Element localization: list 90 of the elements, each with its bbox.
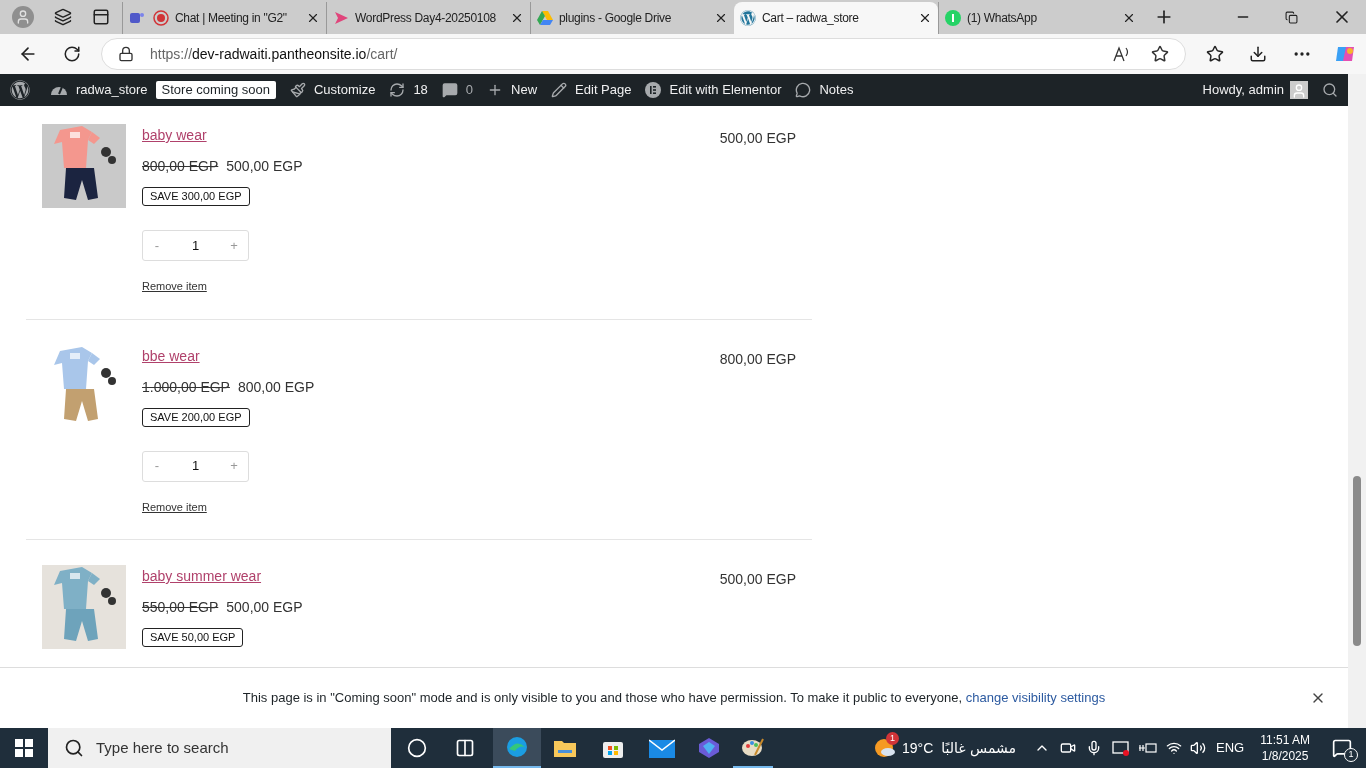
search-icon[interactable]: [1322, 82, 1338, 98]
download-icon[interactable]: [1249, 45, 1267, 63]
quantity-value: 1: [190, 236, 201, 255]
search-placeholder: Type here to search: [96, 737, 229, 758]
wordpress-logo-icon[interactable]: [10, 80, 30, 100]
updates-icon: [389, 82, 406, 98]
regular-price: 1.000,00 EGP: [142, 377, 230, 397]
close-icon[interactable]: [918, 11, 932, 25]
scrollbar[interactable]: [1348, 74, 1366, 728]
savings-tag: SAVE 50,00 EGP: [142, 628, 244, 647]
cortana-icon[interactable]: [407, 738, 427, 758]
comments-count[interactable]: 0: [465, 80, 474, 100]
wordpress-icon: [740, 10, 756, 26]
language-indicator[interactable]: ENG: [1216, 738, 1245, 758]
pencil-icon: [551, 82, 568, 98]
camera-icon[interactable]: [1060, 740, 1076, 756]
savings-tag: SAVE 200,00 EGP: [142, 407, 250, 427]
line-subtotal: 500,00 EGP: [719, 129, 796, 148]
notification-count: 1: [1344, 748, 1358, 762]
product-name-link[interactable]: bbe wear: [142, 346, 200, 365]
edit-page-link[interactable]: Edit Page: [575, 80, 632, 100]
store-status-badge[interactable]: Store coming soon: [155, 81, 276, 99]
temperature: 19°C: [902, 738, 934, 758]
favorite-icon[interactable]: [1151, 45, 1169, 63]
windows-start-icon[interactable]: [15, 739, 33, 757]
battery-icon[interactable]: [1138, 741, 1158, 755]
folder-icon[interactable]: [553, 738, 577, 758]
customize-link[interactable]: Customize: [313, 80, 376, 100]
reload-icon[interactable]: [63, 45, 81, 63]
tab-title: (1) WhatsApp: [967, 10, 1038, 27]
tab-actions-icon[interactable]: [92, 8, 110, 26]
record-icon: [153, 10, 169, 26]
product-name-link[interactable]: baby wear: [142, 126, 207, 144]
task-view-icon[interactable]: [455, 738, 475, 758]
line-subtotal: 500,00 EGP: [719, 570, 796, 589]
regular-price: 550,00 EGP: [142, 598, 219, 617]
notes-link[interactable]: Notes: [819, 80, 854, 100]
weather-description: مشمس غالبًا: [941, 738, 1016, 759]
new-link[interactable]: New: [511, 80, 538, 100]
mail-icon[interactable]: [649, 738, 675, 758]
tab-title: Chat | Meeting in "G2": [175, 10, 288, 27]
volume-icon[interactable]: [1190, 740, 1206, 756]
product-name-link[interactable]: baby summer wear: [142, 567, 262, 585]
wifi-icon[interactable]: [1166, 740, 1182, 756]
remove-item-link[interactable]: Remove item: [142, 498, 207, 515]
notifications-icon[interactable]: [1332, 738, 1352, 758]
quantity-value: 1: [190, 457, 201, 476]
workspaces-icon[interactable]: [54, 8, 72, 26]
close-icon[interactable]: [1122, 11, 1136, 25]
regular-price: 800,00 EGP: [142, 157, 219, 176]
account-link[interactable]: Howdy, admin: [1202, 80, 1284, 100]
updates-count[interactable]: 18: [413, 80, 428, 100]
microphone-icon[interactable]: [1086, 740, 1102, 756]
tab-title: plugins - Google Drive: [559, 10, 673, 27]
url-text: https://dev-radwaiti.pantheonsite.io/cart/: [150, 44, 399, 64]
clock[interactable]: 11:51 AM 1/8/2025: [1260, 732, 1310, 764]
restore-icon[interactable]: [1285, 10, 1298, 24]
sale-price: 500,00 EGP: [226, 598, 303, 617]
notes-icon: [795, 82, 812, 98]
browser-tab[interactable]: Cart – radwa_store: [734, 2, 938, 34]
drive-icon: [537, 11, 553, 25]
close-icon[interactable]: [306, 11, 320, 25]
tab-title: Cart – radwa_store: [762, 10, 860, 27]
tab-title: WordPress Day4-20250108: [355, 10, 497, 27]
notice-text: This page is in "Coming soon" mode and is only visible to you and those who have permission. To make it public to everyone, change visibility settings: [242, 689, 1106, 708]
remove-item-link[interactable]: Remove item: [142, 278, 207, 295]
display-icon[interactable]: [1112, 740, 1130, 756]
weather-icon[interactable]: [874, 737, 896, 759]
address-field[interactable]: https://dev-radwaiti.pantheonsite.io/cart/: [101, 38, 1186, 70]
visibility-settings-link[interactable]: change visibility settings: [965, 690, 1106, 706]
favorites-icon[interactable]: [1206, 45, 1224, 63]
elementor-link[interactable]: Edit with Elementor: [669, 80, 782, 100]
brush-icon: [289, 82, 306, 98]
line-subtotal: 800,00 EGP: [719, 349, 796, 369]
weather-badge: 1: [886, 732, 899, 745]
date-text: 1/8/2025: [1261, 748, 1309, 764]
play-icon: [333, 10, 349, 26]
lock-icon: [118, 46, 134, 62]
close-icon[interactable]: [510, 11, 524, 25]
sale-price: 800,00 EGP: [237, 377, 315, 397]
site-name-link[interactable]: radwa_store: [76, 80, 148, 100]
read-aloud-icon[interactable]: [1113, 46, 1131, 62]
elementor-icon: [645, 82, 662, 98]
savings-tag: SAVE 300,00 EGP: [142, 187, 250, 206]
close-icon[interactable]: [714, 11, 728, 25]
comments-icon: [441, 82, 458, 98]
taskbar-search-field[interactable]: Type here to search: [48, 728, 391, 768]
sale-price: 500,00 EGP: [226, 157, 303, 176]
time-text: 11:51 AM: [1260, 732, 1310, 748]
search-icon: [64, 738, 84, 758]
